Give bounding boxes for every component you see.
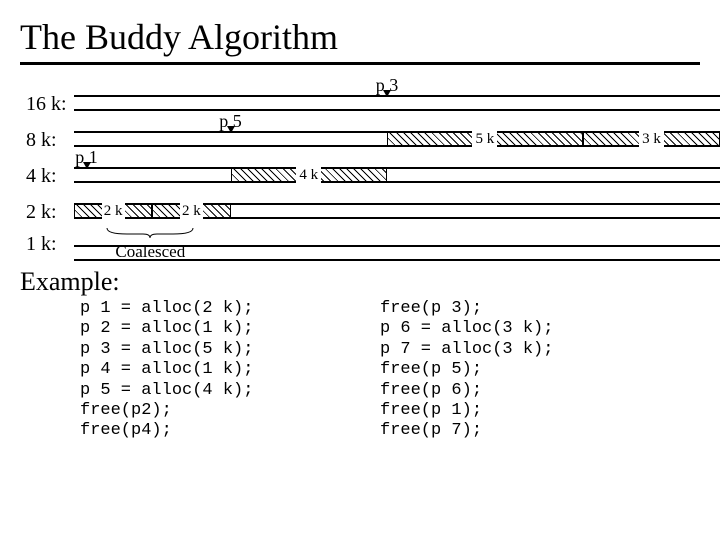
- bar-2k: 2 k 2 k: [74, 191, 700, 227]
- code-columns: p 1 = alloc(2 k); p 2 = alloc(1 k); p 3 …: [80, 299, 700, 442]
- block-2k-a: 2 k: [74, 203, 152, 219]
- block-3k: 3 k: [583, 131, 720, 147]
- coalesced-note: Coalesced: [105, 225, 195, 262]
- row-16k: 16 k: p 3: [26, 83, 700, 119]
- bar-1k: Coalesced: [74, 227, 700, 257]
- row-8k: 8 k: p 5 5 k 3 k: [26, 119, 700, 155]
- page-title: The Buddy Algorithm: [20, 16, 700, 58]
- block-5k: 5 k: [387, 131, 583, 147]
- block-label: 3 k: [639, 131, 664, 148]
- memline-16k: [74, 95, 720, 111]
- row-label-2k: 2 k:: [26, 191, 74, 224]
- row-label-1k: 1 k:: [26, 227, 74, 256]
- row-4k: 4 k: p 1 4 k: [26, 155, 700, 191]
- block-label: 5 k: [472, 131, 497, 148]
- code-right: free(p 3); p 6 = alloc(3 k); p 7 = alloc…: [380, 299, 553, 442]
- memline-4k: [74, 167, 720, 183]
- code-left: p 1 = alloc(2 k); p 2 = alloc(1 k); p 3 …: [80, 299, 380, 442]
- memory-rows: 16 k: p 3 8 k: p 5 5 k 3 k 4 k: p 1: [26, 83, 700, 257]
- row-label-8k: 8 k:: [26, 119, 74, 152]
- row-1k: 1 k: Coalesced: [26, 227, 700, 257]
- row-label-4k: 4 k:: [26, 155, 74, 188]
- coalesced-label: Coalesced: [105, 242, 195, 262]
- row-label-16k: 16 k:: [26, 83, 74, 116]
- example-heading: Example:: [20, 267, 700, 297]
- title-rule: [20, 62, 700, 65]
- row-2k: 2 k: 2 k 2 k: [26, 191, 700, 227]
- bar-4k: p 1 4 k: [74, 155, 700, 191]
- block-label: 2 k: [102, 203, 125, 220]
- block-4k: 4 k: [231, 167, 388, 183]
- bar-16k: p 3: [74, 83, 700, 119]
- brace-icon: [105, 226, 195, 238]
- bar-8k: p 5 5 k 3 k: [74, 119, 700, 155]
- block-label: 4 k: [296, 167, 321, 184]
- block-label: 2 k: [180, 203, 203, 220]
- block-2k-b: 2 k: [152, 203, 230, 219]
